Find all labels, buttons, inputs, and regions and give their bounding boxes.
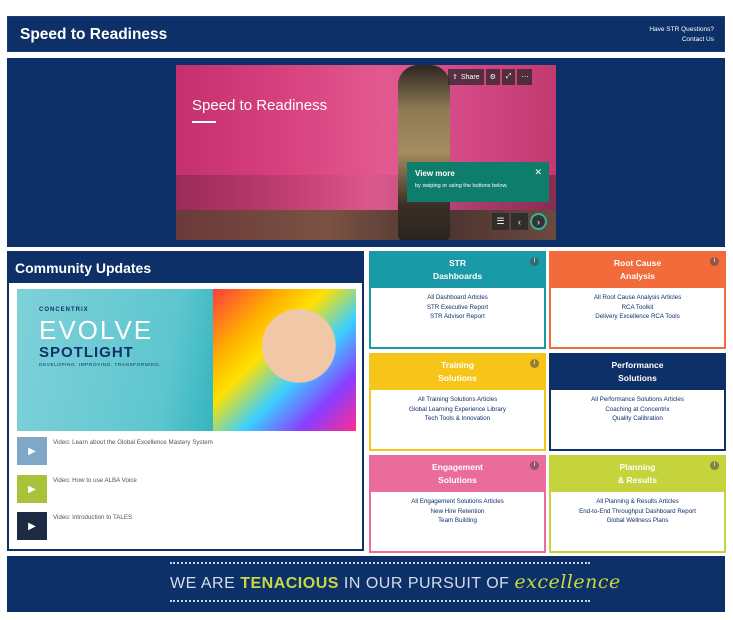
tile-link[interactable]: Delivery Excellence RCA Tools <box>551 312 724 322</box>
tile-link[interactable]: All Training Solutions Articles <box>371 395 544 405</box>
video-thumbnail: ▶ <box>17 512 47 540</box>
tile-link[interactable]: Team Building <box>371 516 544 526</box>
tile-link[interactable]: Quality Calibration <box>551 414 724 424</box>
video-link[interactable]: Video: Learn about the Global Excellence… <box>53 439 213 446</box>
banner-spotlight-text: SPOTLIGHT <box>39 344 134 361</box>
banner-tagline: DEVELOPING. IMPROVING. TRANSFORMING. <box>39 363 162 368</box>
share-label: Share <box>460 73 480 81</box>
footer-banner: WE ARE TENACIOUS IN OUR PURSUIT OF excel… <box>7 556 725 612</box>
tile-header[interactable]: Engagement Solutions i <box>371 457 544 492</box>
tile-link[interactable]: End-to-End Throughput Dashboard Report <box>551 507 724 517</box>
view-more-tooltip: View more by swiping or using the button… <box>407 162 549 202</box>
chevron-left-icon[interactable]: ‹ <box>511 213 528 230</box>
tooltip-text: by swiping or using the buttons below. <box>415 183 508 189</box>
chevron-right-icon[interactable]: › <box>530 213 547 230</box>
video-link[interactable]: Video: How to use ALBA Voice <box>53 477 137 484</box>
tile-header[interactable]: Training Solutions i <box>371 355 544 390</box>
slogan-script: excellence <box>514 571 621 593</box>
hero-slide[interactable]: Speed to Readiness ⇪ Share ⚙ ⤢ ⋯ View mo… <box>176 65 556 240</box>
help-question-link[interactable]: Have STR Questions? <box>649 25 714 35</box>
tile-link[interactable]: All Dashboard Articles <box>371 293 544 303</box>
tile-subtitle: Solutions <box>438 373 477 383</box>
tile-title: Engagement <box>431 462 483 472</box>
info-icon[interactable]: i <box>530 257 539 266</box>
expand-icon[interactable]: ⤢ <box>501 69 516 85</box>
tile-link[interactable]: Coaching at Concentrix <box>551 405 724 415</box>
tile-performance-solutions[interactable]: Performance Solutions All Performance So… <box>549 353 726 451</box>
tile-subtitle: & Results <box>617 475 658 485</box>
tooltip-title: View more <box>415 169 455 178</box>
close-icon[interactable]: ✕ <box>534 167 542 178</box>
tile-header[interactable]: Performance Solutions <box>551 355 724 390</box>
play-icon: ▶ <box>28 483 36 495</box>
share-icon: ⇪ <box>452 74 458 81</box>
info-icon[interactable]: i <box>710 461 719 470</box>
tile-title: Root Cause <box>613 258 662 268</box>
slide-person-image <box>398 65 450 240</box>
video-thumbnail: ▶ <box>17 475 47 503</box>
tile-planning-results[interactable]: Planning & Results i All Planning & Resu… <box>549 455 726 553</box>
banner-evolve-text: EVOLVE <box>39 315 154 345</box>
help-contact[interactable]: Have STR Questions? Contact Us <box>649 25 714 45</box>
list-item[interactable]: ▶ Video: How to use ALBA Voice <box>17 475 357 507</box>
footer-divider <box>170 562 590 564</box>
concentrix-logo: CONCENTRIX <box>39 307 89 313</box>
tile-root-cause-analysis[interactable]: Root Cause Analysis i All Root Cause Ana… <box>549 251 726 349</box>
tile-training-solutions[interactable]: Training Solutions i All Training Soluti… <box>369 353 546 451</box>
slogan-emphasis: TENACIOUS <box>240 575 339 592</box>
slide-title: Speed to Readiness <box>192 97 328 114</box>
tile-subtitle: Analysis <box>620 271 655 281</box>
tile-engagement-solutions[interactable]: Engagement Solutions i All Engagement So… <box>369 455 546 553</box>
play-icon: ▶ <box>28 520 36 532</box>
tile-subtitle: Solutions <box>618 373 657 383</box>
share-button[interactable]: ⇪ Share <box>448 69 484 85</box>
gear-icon[interactable]: ⚙ <box>485 69 500 85</box>
banner-photo <box>213 289 356 431</box>
list-icon[interactable]: ☰ <box>492 213 509 230</box>
footer-slogan: WE ARE TENACIOUS IN OUR PURSUIT OF excel… <box>170 571 620 593</box>
slogan-part1: WE ARE <box>170 575 241 592</box>
tile-subtitle: Solutions <box>438 475 477 485</box>
info-icon[interactable]: i <box>530 461 539 470</box>
slogan-part2: IN OUR PURSUIT OF <box>338 575 515 592</box>
list-item[interactable]: ▶ Video: Introduction to TALES <box>17 512 357 544</box>
tile-header[interactable]: STR Dashboards i <box>371 253 544 288</box>
info-icon[interactable]: i <box>530 359 539 368</box>
page-title: Speed to Readiness <box>20 26 168 43</box>
tile-link[interactable]: Tech Tools & Innovation <box>371 414 544 424</box>
tile-link[interactable]: All Root Cause Analysis Articles <box>551 293 724 303</box>
tile-link[interactable]: Global Wellness Plans <box>551 516 724 526</box>
slide-title-underline <box>192 121 216 123</box>
slide-nav: ☰ ‹ › <box>492 213 547 230</box>
tile-link[interactable]: Global Learning Experience Library <box>371 405 544 415</box>
page-header: Speed to Readiness Have STR Questions? C… <box>7 16 725 52</box>
footer-divider <box>170 600 590 602</box>
contact-us-link[interactable]: Contact Us <box>649 35 714 45</box>
tile-link[interactable]: All Planning & Results Articles <box>551 497 724 507</box>
community-updates-panel: Community Updates CONCENTRIX EVOLVE SPOT… <box>7 251 364 551</box>
info-icon[interactable]: i <box>710 257 719 266</box>
video-thumbnail: ▶ <box>17 437 47 465</box>
tile-link[interactable]: STR Executive Report <box>371 303 544 313</box>
evolve-spotlight-banner[interactable]: CONCENTRIX EVOLVE SPOTLIGHT DEVELOPING. … <box>17 289 356 431</box>
slide-toolbar: ⇪ Share ⚙ ⤢ ⋯ <box>448 69 533 85</box>
tile-title: Training <box>440 360 475 370</box>
tile-link[interactable]: New Hire Retention <box>371 507 544 517</box>
video-link[interactable]: Video: Introduction to TALES <box>53 514 132 521</box>
tile-title: STR <box>449 258 466 268</box>
tile-subtitle: Dashboards <box>432 271 483 281</box>
tile-title: Performance <box>611 360 664 370</box>
tile-title: Planning <box>619 462 656 472</box>
tile-header[interactable]: Planning & Results i <box>551 457 724 492</box>
list-item[interactable]: ▶ Video: Learn about the Global Excellen… <box>17 437 357 469</box>
community-title: Community Updates <box>9 253 362 283</box>
tile-link[interactable]: All Engagement Solutions Articles <box>371 497 544 507</box>
tile-link[interactable]: STR Advisor Report <box>371 312 544 322</box>
tile-header[interactable]: Root Cause Analysis i <box>551 253 724 288</box>
tile-link[interactable]: All Performance Solutions Articles <box>551 395 724 405</box>
tile-str-dashboards[interactable]: STR Dashboards i All Dashboard Articles … <box>369 251 546 349</box>
play-icon: ▶ <box>28 445 36 457</box>
tile-link[interactable]: RCA Toolkit <box>551 303 724 313</box>
more-icon[interactable]: ⋯ <box>517 69 533 85</box>
